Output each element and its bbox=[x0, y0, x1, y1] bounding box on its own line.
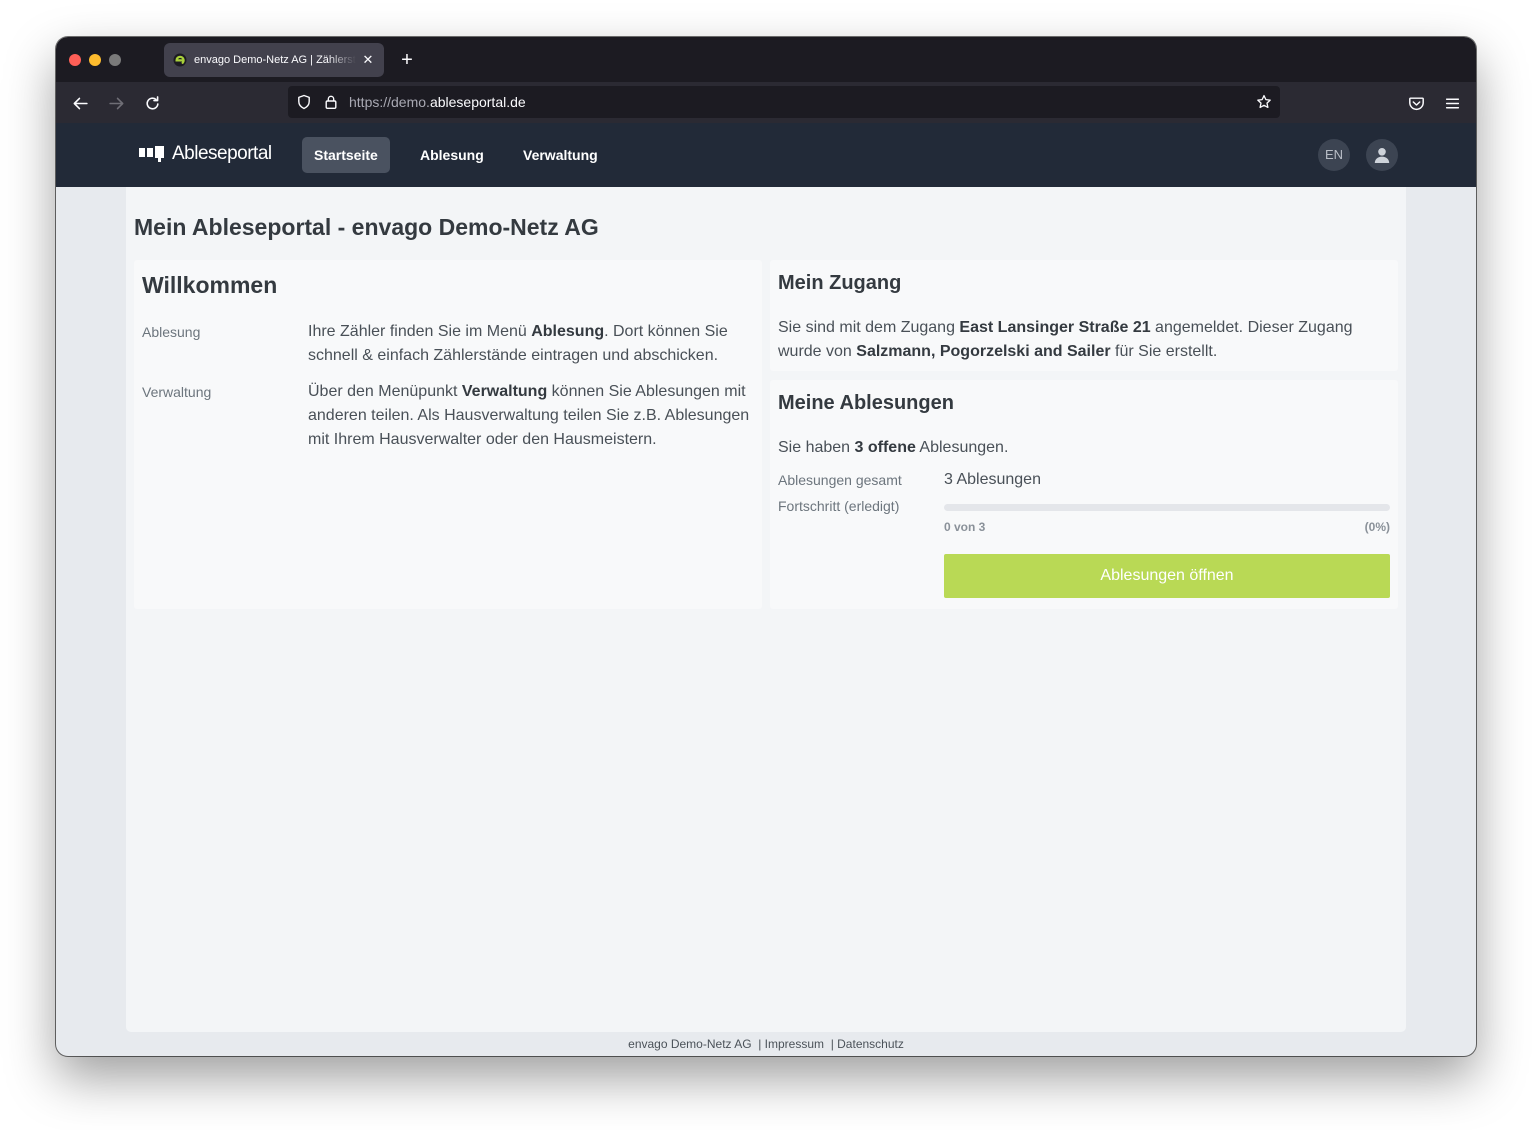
access-card: Mein Zugang Sie sind mit dem Zugang East… bbox=[770, 260, 1398, 371]
browser-tab-active[interactable]: envago Demo-Netz AG | Zählerstände ✕ bbox=[164, 43, 384, 77]
welcome-label-ablesung: Ablesung bbox=[142, 324, 201, 340]
progress-count: 0 von 3 bbox=[944, 520, 986, 534]
text-bold-verwaltung: Verwaltung bbox=[461, 383, 548, 400]
star-bookmark-icon[interactable] bbox=[1256, 94, 1272, 110]
lock-icon[interactable] bbox=[323, 94, 339, 110]
page-title: Mein Ableseportal - envago Demo-Netz AG bbox=[134, 214, 599, 240]
forward-button[interactable] bbox=[103, 90, 129, 116]
progress-label: Fortschritt (erledigt) bbox=[778, 498, 900, 514]
pocket-icon bbox=[1408, 96, 1424, 110]
text-fragment: Über den Menüpunkt bbox=[308, 383, 462, 400]
close-window-button[interactable] bbox=[69, 54, 81, 66]
logo-mark-icon bbox=[139, 146, 164, 162]
text-fragment: Sie sind mit dem Zugang bbox=[778, 319, 960, 336]
zoom-window-button[interactable] bbox=[109, 54, 121, 66]
nav-startseite[interactable]: Startseite bbox=[302, 137, 390, 173]
readings-card: Meine Ablesungen Sie haben 3 offene Able… bbox=[770, 380, 1398, 609]
arrow-right-icon bbox=[108, 97, 123, 109]
new-tab-button[interactable]: + bbox=[396, 49, 418, 71]
text-bold-ablesung: Ablesung bbox=[531, 323, 605, 340]
welcome-heading: Willkommen bbox=[142, 272, 278, 298]
access-creator: Salzmann, Pogorzelski and Sailer bbox=[856, 343, 1111, 360]
language-switch-button[interactable]: EN bbox=[1318, 139, 1350, 171]
access-heading: Mein Zugang bbox=[778, 272, 902, 294]
url-bar[interactable]: https://demo.ableseportal.de bbox=[288, 86, 1280, 118]
text-fragment: Sie haben bbox=[778, 439, 855, 456]
main-content: Mein Ableseportal - envago Demo-Netz AG … bbox=[126, 187, 1406, 1032]
browser-window: envago Demo-Netz AG | Zählerstände ✕ + h… bbox=[56, 37, 1476, 1056]
footer: envago Demo-Netz AG | Impressum | Datens… bbox=[56, 1037, 1476, 1051]
text-fragment: Ablesungen. bbox=[915, 439, 1009, 456]
readings-summary: Sie haben 3 offene Ablesungen. bbox=[778, 436, 1008, 460]
footer-company: envago Demo-Netz AG bbox=[628, 1037, 752, 1051]
open-readings-button[interactable]: Ablesungen öffnen bbox=[944, 554, 1390, 598]
url-prefix: https://demo. bbox=[349, 94, 430, 110]
access-text: Sie sind mit dem Zugang East Lansinger S… bbox=[778, 316, 1390, 364]
url-domain: ableseportal.de bbox=[429, 94, 526, 110]
ableseportal-logo[interactable]: Ableseportal bbox=[139, 143, 272, 165]
readings-heading: Meine Ablesungen bbox=[778, 392, 954, 414]
shield-icon[interactable] bbox=[296, 94, 312, 110]
user-account-button[interactable] bbox=[1366, 139, 1398, 171]
logo-text: Ableseportal bbox=[172, 143, 272, 164]
reload-icon bbox=[145, 95, 159, 110]
url-text[interactable]: https://demo.ableseportal.de bbox=[349, 94, 526, 110]
browser-toolbar: https://demo.ableseportal.de bbox=[56, 82, 1476, 123]
minimize-window-button[interactable] bbox=[89, 54, 101, 66]
envago-favicon-icon bbox=[173, 53, 187, 67]
user-icon bbox=[1374, 148, 1390, 163]
access-name: East Lansinger Straße 21 bbox=[959, 319, 1151, 336]
app-navbar: Ableseportal Startseite Ablesung Verwalt… bbox=[56, 123, 1476, 187]
nav-verwaltung[interactable]: Verwaltung bbox=[511, 137, 610, 173]
welcome-card: Willkommen Ablesung Ihre Zähler finden S… bbox=[134, 260, 762, 609]
datenschutz-link[interactable]: | Datenschutz bbox=[831, 1037, 904, 1051]
nav-ablesung[interactable]: Ablesung bbox=[408, 137, 496, 173]
progress-percent: (0%) bbox=[1364, 520, 1390, 534]
welcome-text-ablesung: Ihre Zähler finden Sie im Menü Ablesung.… bbox=[308, 320, 754, 368]
impressum-link[interactable]: | Impressum bbox=[758, 1037, 824, 1051]
reload-button[interactable] bbox=[139, 90, 165, 116]
tab-strip: envago Demo-Netz AG | Zählerstände ✕ + bbox=[56, 37, 1476, 82]
text-fragment: für Sie erstellt. bbox=[1110, 343, 1218, 360]
progress-bar bbox=[944, 504, 1390, 511]
welcome-text-verwaltung: Über den Menüpunkt Verwaltung können Sie… bbox=[308, 380, 754, 452]
arrow-left-icon bbox=[73, 97, 88, 109]
hamburger-menu-icon bbox=[1445, 98, 1459, 108]
pocket-button[interactable] bbox=[1403, 90, 1429, 116]
tab-title: envago Demo-Netz AG | Zählerstände bbox=[194, 54, 356, 66]
total-label: Ablesungen gesamt bbox=[778, 472, 902, 488]
app-menu-button[interactable] bbox=[1439, 90, 1465, 116]
back-button[interactable] bbox=[67, 90, 93, 116]
total-value: 3 Ablesungen bbox=[944, 471, 1041, 488]
text-fragment: Ihre Zähler finden Sie im Menü bbox=[308, 323, 532, 340]
close-tab-icon[interactable]: ✕ bbox=[360, 52, 376, 68]
welcome-label-verwaltung: Verwaltung bbox=[142, 384, 212, 400]
open-count: 3 offene bbox=[854, 439, 916, 456]
